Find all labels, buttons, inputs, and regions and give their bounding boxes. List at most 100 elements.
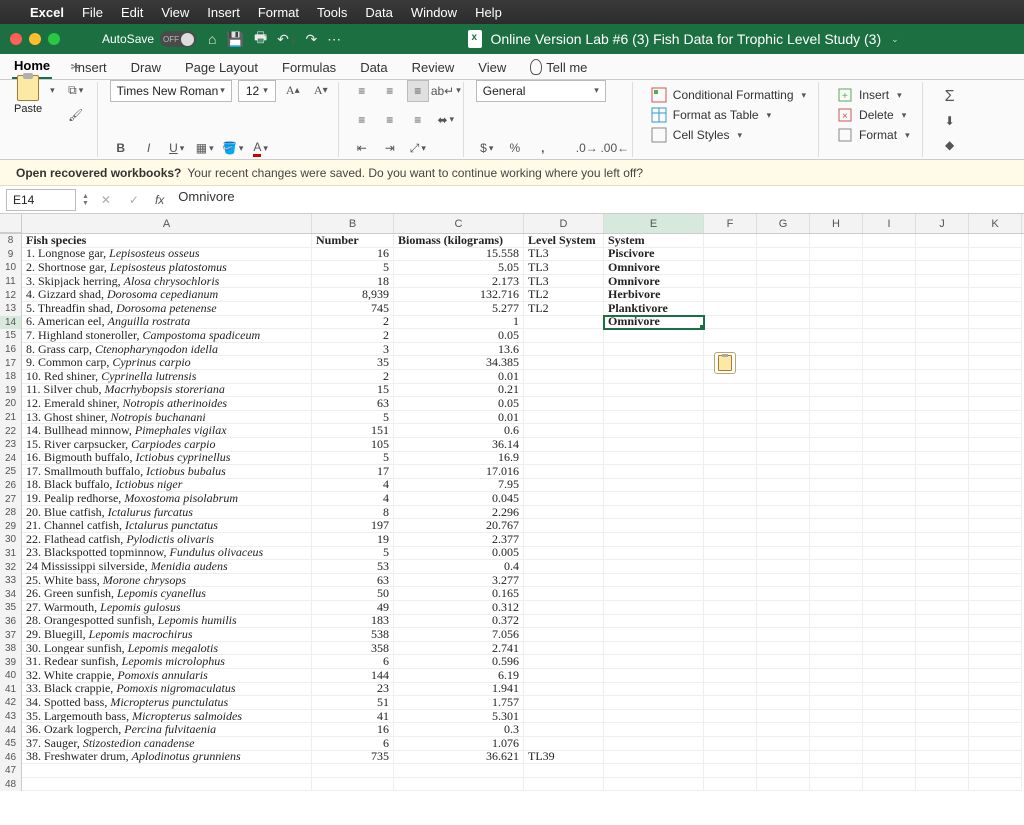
cell[interactable]: 18. Black buffalo, Ictiobus niger: [22, 479, 312, 493]
column-header-D[interactable]: D: [524, 214, 604, 233]
cell[interactable]: [916, 370, 969, 384]
cell[interactable]: [704, 737, 757, 751]
cell[interactable]: [969, 479, 1022, 493]
cell[interactable]: [916, 669, 969, 683]
cut-icon[interactable]: ✂: [65, 56, 87, 78]
cell[interactable]: [22, 778, 312, 792]
italic-button[interactable]: I: [138, 137, 160, 159]
cell[interactable]: [810, 587, 863, 601]
cell[interactable]: [757, 234, 810, 248]
cell[interactable]: [810, 234, 863, 248]
format-cells-button[interactable]: Format▾: [835, 126, 912, 144]
cell[interactable]: [704, 248, 757, 262]
cell[interactable]: 144: [312, 669, 394, 683]
cell[interactable]: [524, 778, 604, 792]
cell[interactable]: 36. Ozark logperch, Percina fulvitaenia: [22, 723, 312, 737]
cell[interactable]: [969, 696, 1022, 710]
cell[interactable]: [916, 316, 969, 330]
cell[interactable]: 183: [312, 615, 394, 629]
cell[interactable]: 2: [312, 329, 394, 343]
cell[interactable]: [810, 628, 863, 642]
cell[interactable]: [863, 465, 916, 479]
cell[interactable]: 53: [312, 560, 394, 574]
cell[interactable]: [810, 506, 863, 520]
increase-decimal-icon[interactable]: .0→: [576, 137, 598, 159]
cell[interactable]: [604, 547, 704, 561]
cell[interactable]: Herbivore: [604, 288, 704, 302]
cell[interactable]: [757, 479, 810, 493]
cell[interactable]: 8: [312, 506, 394, 520]
cell[interactable]: Piscivore: [604, 248, 704, 262]
cell[interactable]: [704, 669, 757, 683]
cell[interactable]: [810, 261, 863, 275]
cell[interactable]: [704, 519, 757, 533]
cell[interactable]: [863, 683, 916, 697]
fx-icon[interactable]: fx: [151, 193, 168, 207]
cell[interactable]: [969, 560, 1022, 574]
cell[interactable]: [863, 533, 916, 547]
cell[interactable]: [969, 261, 1022, 275]
cell[interactable]: [916, 275, 969, 289]
cell-styles-button[interactable]: Cell Styles▾: [649, 126, 808, 144]
column-header-E[interactable]: E: [604, 214, 704, 233]
cell[interactable]: [863, 479, 916, 493]
cell[interactable]: [863, 384, 916, 398]
cell[interactable]: 16: [312, 723, 394, 737]
row-header[interactable]: 22: [0, 424, 22, 438]
cell[interactable]: [969, 683, 1022, 697]
cell[interactable]: [704, 288, 757, 302]
cell[interactable]: [524, 397, 604, 411]
cell[interactable]: Biomass (kilograms): [394, 234, 524, 248]
cell[interactable]: 0.372: [394, 615, 524, 629]
cell[interactable]: [863, 343, 916, 357]
cell[interactable]: [810, 751, 863, 765]
undo-icon[interactable]: ↶▾: [277, 31, 295, 48]
name-box[interactable]: E14: [6, 189, 76, 211]
cell[interactable]: 358: [312, 642, 394, 656]
formula-input[interactable]: Omnivore: [174, 189, 1018, 211]
cell[interactable]: TL2: [524, 302, 604, 316]
formula-cancel-icon[interactable]: ✕: [95, 189, 117, 211]
cell[interactable]: [704, 492, 757, 506]
cell[interactable]: [604, 411, 704, 425]
row-header[interactable]: 26: [0, 479, 22, 493]
cell[interactable]: [524, 533, 604, 547]
cell[interactable]: 0.4: [394, 560, 524, 574]
cell[interactable]: 3.277: [394, 574, 524, 588]
cell[interactable]: [863, 751, 916, 765]
paste-dropdown-icon[interactable]: ▾: [50, 85, 55, 96]
cell[interactable]: [916, 248, 969, 262]
cell[interactable]: [863, 452, 916, 466]
paste-options-button[interactable]: [714, 352, 736, 374]
cell[interactable]: 31. Redear sunfish, Lepomis microlophus: [22, 655, 312, 669]
row-header[interactable]: 28: [0, 506, 22, 520]
cell[interactable]: [704, 764, 757, 778]
row-header[interactable]: 23: [0, 438, 22, 452]
cell[interactable]: 8. Grass carp, Ctenopharyngodon idella: [22, 343, 312, 357]
cell[interactable]: [704, 751, 757, 765]
cell[interactable]: [604, 343, 704, 357]
cell[interactable]: [810, 452, 863, 466]
window-zoom-button[interactable]: [48, 33, 60, 45]
cell[interactable]: [704, 384, 757, 398]
cell[interactable]: 7.95: [394, 479, 524, 493]
cell[interactable]: [810, 764, 863, 778]
cell[interactable]: [524, 737, 604, 751]
cell[interactable]: 17: [312, 465, 394, 479]
cell[interactable]: [863, 587, 916, 601]
row-header[interactable]: 30: [0, 533, 22, 547]
menu-edit[interactable]: Edit: [121, 5, 143, 20]
cell[interactable]: 105: [312, 438, 394, 452]
cell[interactable]: [916, 506, 969, 520]
cell[interactable]: Omnivore: [604, 316, 704, 330]
spreadsheet-grid[interactable]: ABCDEFGHIJK 8Fish speciesNumberBiomass (…: [0, 214, 1024, 824]
cell[interactable]: 1.076: [394, 737, 524, 751]
cell[interactable]: 0.165: [394, 587, 524, 601]
tab-data[interactable]: Data: [358, 56, 389, 79]
autosave-toggle[interactable]: AutoSave OFF: [102, 31, 196, 47]
borders-button[interactable]: ▦▾: [194, 137, 216, 159]
cell[interactable]: 16.9: [394, 452, 524, 466]
cell[interactable]: [916, 547, 969, 561]
cell[interactable]: TL3: [524, 261, 604, 275]
cell[interactable]: [704, 397, 757, 411]
